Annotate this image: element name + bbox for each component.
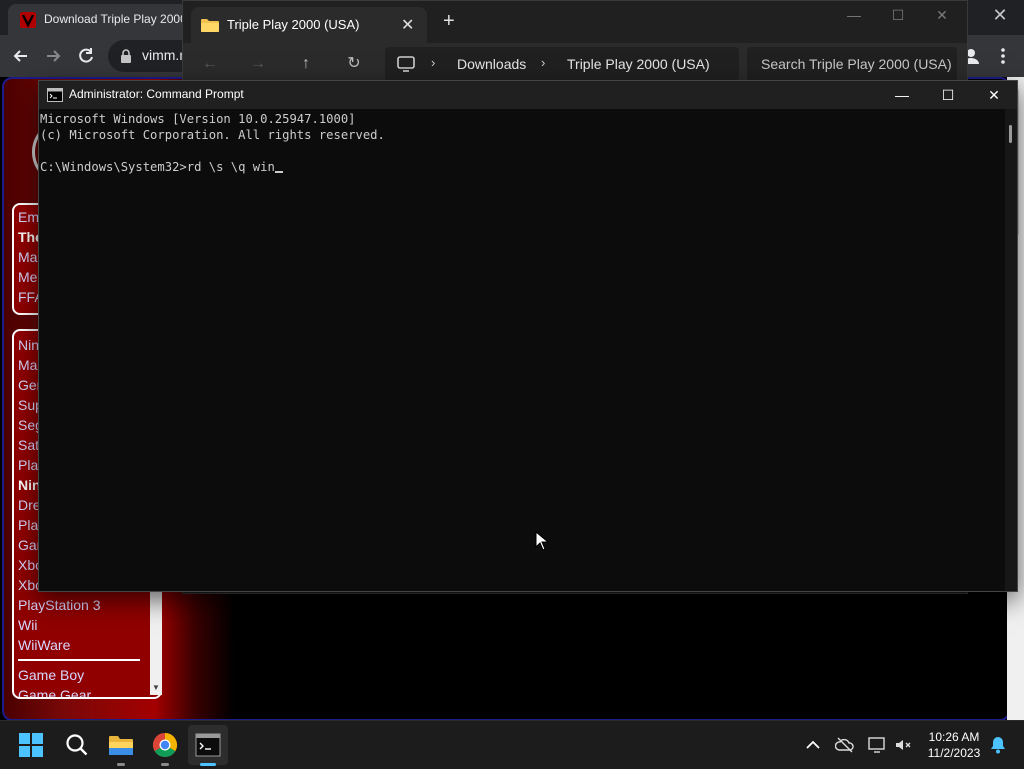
clock-date: 11/2/2023: [927, 746, 981, 760]
search-icon[interactable]: [63, 731, 91, 759]
text-cursor: [274, 171, 283, 173]
explorer-search-box[interactable]: Search Triple Play 2000 (USA): [747, 47, 957, 81]
this-pc-icon: [397, 56, 415, 72]
cmd-app-icon: [47, 88, 63, 102]
cmd-minimize-icon[interactable]: —: [879, 83, 925, 107]
site-link[interactable]: Wii: [18, 617, 37, 633]
chrome-icon[interactable]: [151, 731, 179, 759]
chevron-up-icon[interactable]: [803, 735, 823, 755]
chrome-running-indicator: [161, 763, 169, 766]
breadcrumb-current-folder[interactable]: Triple Play 2000 (USA): [567, 56, 710, 72]
site-link[interactable]: WiiWare: [18, 637, 70, 653]
explorer-maximize-icon[interactable]: ☐: [883, 7, 913, 27]
folder-icon: [201, 19, 219, 32]
taskbar: 10:26 AM 11/2/2023: [0, 720, 1024, 769]
console-line: (c) Microsoft Corporation. All rights re…: [40, 128, 385, 142]
cmd-window-title: Administrator: Command Prompt: [69, 87, 244, 101]
explorer-back-icon[interactable]: ←: [199, 53, 221, 75]
explorer-toolbar: ← → ↑ ↻ › Downloads › Triple Play 2000 (…: [183, 43, 967, 85]
site-link[interactable]: Game Gear: [18, 687, 91, 697]
console-input-line[interactable]: C:\Windows\System32>rd \s \q win: [40, 159, 1005, 175]
explorer-up-icon[interactable]: ↑: [295, 53, 317, 75]
cmd-console[interactable]: Microsoft Windows [Version 10.0.25947.10…: [39, 109, 1005, 591]
onedrive-offline-icon[interactable]: [835, 735, 855, 755]
file-explorer-icon[interactable]: [107, 731, 135, 759]
back-arrow-icon[interactable]: [8, 43, 34, 69]
cmd-close-icon[interactable]: ✕: [971, 83, 1017, 107]
new-tab-icon[interactable]: +: [443, 11, 455, 31]
console-line: Microsoft Windows [Version 10.0.25947.10…: [40, 112, 356, 126]
cmd-titlebar[interactable]: Administrator: Command Prompt — ☐ ✕: [39, 81, 1017, 109]
site-menu-scrollbar[interactable]: ▼: [150, 591, 162, 695]
reload-icon[interactable]: [73, 43, 99, 69]
clock-time: 10:26 AM: [928, 730, 980, 744]
network-icon[interactable]: [867, 735, 887, 755]
explorer-refresh-icon[interactable]: ↻: [343, 53, 365, 75]
site-link[interactable]: Game Boy: [18, 667, 84, 683]
cmd-scrollbar-thumb[interactable]: [1009, 125, 1012, 143]
browser-close-icon[interactable]: ✕: [988, 5, 1012, 25]
breadcrumb-chevron-icon: ›: [431, 55, 436, 70]
browser-menu-icon[interactable]: [990, 43, 1016, 69]
console-command-text: C:\Windows\System32>rd \s \q win: [40, 160, 275, 174]
cmd-maximize-icon[interactable]: ☐: [925, 83, 971, 107]
browser-tab-title: Download Triple Play 2000 (USA) ROM: [44, 12, 190, 26]
explorer-tab-title: Triple Play 2000 (USA): [227, 17, 360, 32]
site-link[interactable]: Nin: [18, 337, 39, 353]
explorer-minimize-icon[interactable]: —: [839, 7, 869, 27]
address-bar[interactable]: › Downloads › Triple Play 2000 (USA): [385, 47, 739, 81]
explorer-tab[interactable]: Triple Play 2000 (USA) ✕: [191, 7, 427, 43]
scroll-down-arrow-icon[interactable]: ▼: [150, 683, 162, 693]
explorer-tab-close-icon[interactable]: ✕: [401, 15, 414, 35]
mouse-pointer-icon: [535, 531, 549, 551]
volume-muted-icon[interactable]: [893, 735, 913, 755]
cmd-scrollbar[interactable]: [1005, 109, 1017, 591]
site-link[interactable]: PlayStation 3: [18, 597, 101, 613]
vimm-favicon-icon: [20, 12, 36, 28]
site-divider: [18, 659, 140, 661]
explorer-running-indicator: [117, 763, 125, 766]
site-link[interactable]: Sat: [18, 437, 39, 453]
explorer-search-placeholder: Search Triple Play 2000 (USA): [761, 56, 952, 72]
cmd-active-indicator: [200, 763, 216, 766]
system-clock[interactable]: 10:26 AM 11/2/2023: [918, 729, 990, 761]
notification-bell-icon[interactable]: [988, 735, 1008, 755]
breadcrumb-downloads[interactable]: Downloads: [457, 56, 526, 72]
lock-icon: [121, 49, 131, 63]
browser-tab[interactable]: Download Triple Play 2000 (USA) ROM: [8, 4, 190, 35]
forward-arrow-icon[interactable]: [40, 43, 66, 69]
start-windows-icon[interactable]: [18, 732, 44, 758]
explorer-close-icon[interactable]: ✕: [927, 7, 957, 27]
terminal-icon[interactable]: [195, 733, 221, 757]
breadcrumb-chevron-icon: ›: [541, 55, 546, 70]
command-prompt-window: Administrator: Command Prompt — ☐ ✕ Micr…: [38, 80, 1018, 592]
explorer-forward-icon[interactable]: →: [247, 53, 269, 75]
